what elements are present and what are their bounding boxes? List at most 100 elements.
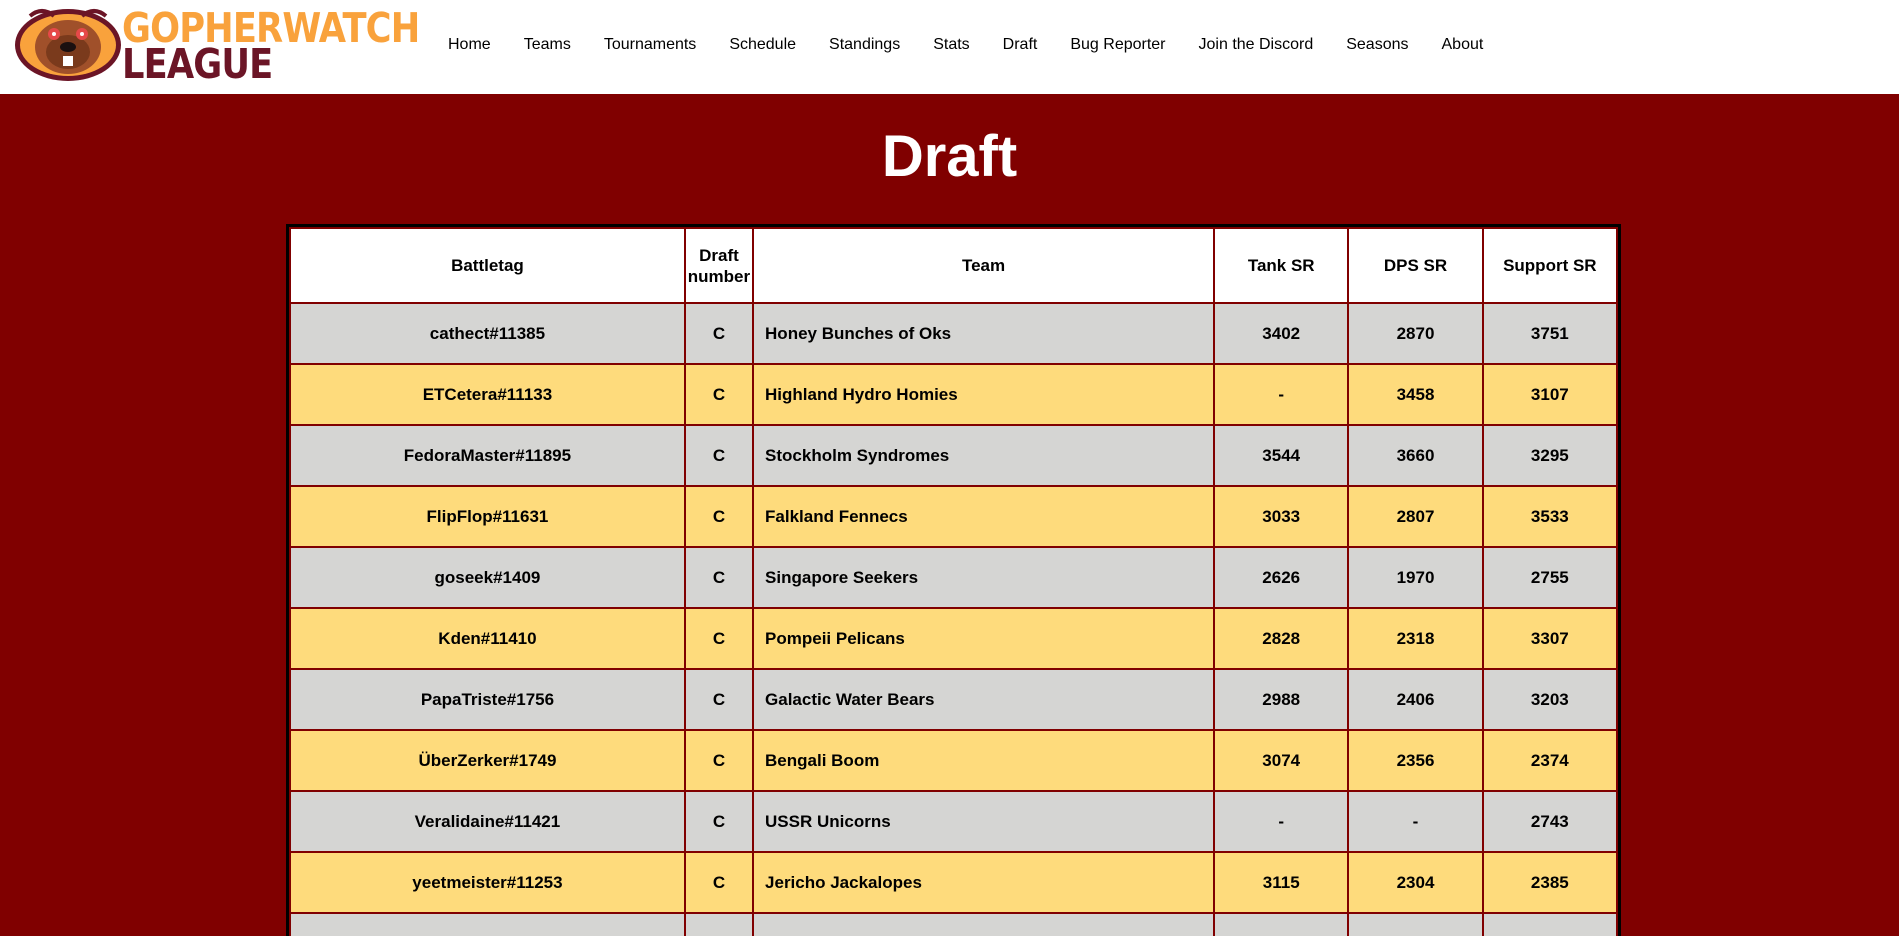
draft-number-cell	[683, 912, 755, 936]
team-cell[interactable]: Stockholm Syndromes	[752, 424, 1216, 487]
dps-sr-cell: 2807	[1347, 485, 1484, 548]
table-row: yeetmeister#11253 C Jericho Jackalopes 3…	[289, 851, 1619, 914]
header-draft-number[interactable]: Draft number	[683, 227, 755, 304]
team-cell[interactable]: Honey Bunches of Oks	[752, 302, 1216, 365]
dps-sr-cell: 1970	[1347, 546, 1484, 609]
table-row: ETCetera#11133 C Highland Hydro Homies -…	[289, 363, 1619, 426]
tank-sr-cell	[1213, 912, 1350, 936]
table-header-row: Battletag Draft number Team Tank SR DPS …	[289, 227, 1619, 304]
nav-tournaments[interactable]: Tournaments	[604, 36, 697, 54]
header-team[interactable]: Team	[752, 227, 1216, 304]
tank-sr-cell: 2988	[1213, 668, 1350, 731]
team-cell[interactable]: Falkland Fennecs	[752, 485, 1216, 548]
draft-number-cell: C	[683, 485, 755, 548]
table-row: FedoraMaster#11895 C Stockholm Syndromes…	[289, 424, 1619, 487]
top-navigation-bar: GOPHERWATCH LEAGUE Home Teams Tournament…	[0, 0, 1899, 94]
nav-about[interactable]: About	[1442, 36, 1484, 54]
header-support-sr[interactable]: Support SR	[1481, 227, 1619, 304]
battletag-cell: yeetmeister#11253	[289, 851, 686, 914]
battletag-cell: PapaTriste#1756	[289, 668, 686, 731]
battletag-cell: Kden#11410	[289, 607, 686, 670]
dps-sr-cell: 2406	[1347, 668, 1484, 731]
header-dps-sr[interactable]: DPS SR	[1347, 227, 1484, 304]
battletag-cell: FedoraMaster#11895	[289, 424, 686, 487]
nav-bug-reporter[interactable]: Bug Reporter	[1070, 36, 1165, 54]
draft-number-cell: C	[683, 851, 755, 914]
draft-number-cell: C	[683, 790, 755, 853]
support-sr-cell: 2374	[1481, 729, 1619, 792]
league-logo[interactable]: GOPHERWATCH LEAGUE	[12, 4, 422, 88]
dps-sr-cell: -	[1347, 790, 1484, 853]
nav-stats[interactable]: Stats	[933, 36, 969, 54]
tank-sr-cell: 3544	[1213, 424, 1350, 487]
header-battletag[interactable]: Battletag	[289, 227, 686, 304]
nav-seasons[interactable]: Seasons	[1346, 36, 1408, 54]
table-row-partial	[289, 912, 1619, 936]
nav-standings[interactable]: Standings	[829, 36, 900, 54]
draft-number-cell: C	[683, 363, 755, 426]
tank-sr-cell: 3115	[1213, 851, 1350, 914]
tank-sr-cell: 2626	[1213, 546, 1350, 609]
nav-join-discord[interactable]: Join the Discord	[1199, 36, 1314, 54]
team-cell[interactable]: Galactic Water Bears	[752, 668, 1216, 731]
main-nav: Home Teams Tournaments Schedule Standing…	[448, 36, 1516, 54]
draft-number-cell: C	[683, 607, 755, 670]
draft-number-cell: C	[683, 729, 755, 792]
team-cell[interactable]: USSR Unicorns	[752, 790, 1216, 853]
battletag-cell: ÜberZerker#1749	[289, 729, 686, 792]
draft-number-cell: C	[683, 424, 755, 487]
tank-sr-cell: 3033	[1213, 485, 1350, 548]
support-sr-cell: 3203	[1481, 668, 1619, 731]
support-sr-cell: 2385	[1481, 851, 1619, 914]
battletag-cell: goseek#1409	[289, 546, 686, 609]
dps-sr-cell: 2318	[1347, 607, 1484, 670]
support-sr-cell: 3533	[1481, 485, 1619, 548]
tank-sr-cell: -	[1213, 790, 1350, 853]
table-row: FlipFlop#11631 C Falkland Fennecs 3033 2…	[289, 485, 1619, 548]
header-tank-sr[interactable]: Tank SR	[1213, 227, 1350, 304]
nav-home[interactable]: Home	[448, 36, 491, 54]
battletag-cell: ETCetera#11133	[289, 363, 686, 426]
battletag-cell	[289, 912, 686, 936]
table-row: Kden#11410 C Pompeii Pelicans 2828 2318 …	[289, 607, 1619, 670]
team-cell[interactable]: Bengali Boom	[752, 729, 1216, 792]
dps-sr-cell: 2870	[1347, 302, 1484, 365]
team-cell[interactable]: Jericho Jackalopes	[752, 851, 1216, 914]
support-sr-cell: 3295	[1481, 424, 1619, 487]
team-cell[interactable]	[752, 912, 1216, 936]
battletag-cell: FlipFlop#11631	[289, 485, 686, 548]
support-sr-cell: 2743	[1481, 790, 1619, 853]
table-row: PapaTriste#1756 C Galactic Water Bears 2…	[289, 668, 1619, 731]
draft-table: Battletag Draft number Team Tank SR DPS …	[289, 227, 1619, 936]
tank-sr-cell: 3402	[1213, 302, 1350, 365]
draft-number-cell: C	[683, 302, 755, 365]
table-row: cathect#11385 C Honey Bunches of Oks 340…	[289, 302, 1619, 365]
dps-sr-cell	[1347, 912, 1484, 936]
team-cell[interactable]: Pompeii Pelicans	[752, 607, 1216, 670]
nav-teams[interactable]: Teams	[524, 36, 571, 54]
dps-sr-cell: 2356	[1347, 729, 1484, 792]
nav-schedule[interactable]: Schedule	[729, 36, 796, 54]
nav-draft[interactable]: Draft	[1003, 36, 1038, 54]
support-sr-cell: 3107	[1481, 363, 1619, 426]
battletag-cell: cathect#11385	[289, 302, 686, 365]
table-row: Veralidaine#11421 C USSR Unicorns - - 27…	[289, 790, 1619, 853]
support-sr-cell: 3751	[1481, 302, 1619, 365]
team-cell[interactable]: Singapore Seekers	[752, 546, 1216, 609]
battletag-cell: Veralidaine#11421	[289, 790, 686, 853]
page-title: Draft	[881, 124, 1018, 189]
tank-sr-cell: 2828	[1213, 607, 1350, 670]
support-sr-cell	[1481, 912, 1619, 936]
draft-table-container: Battletag Draft number Team Tank SR DPS …	[286, 224, 1621, 936]
draft-number-cell: C	[683, 546, 755, 609]
support-sr-cell: 3307	[1481, 607, 1619, 670]
table-row: goseek#1409 C Singapore Seekers 2626 197…	[289, 546, 1619, 609]
dps-sr-cell: 2304	[1347, 851, 1484, 914]
draft-number-cell: C	[683, 668, 755, 731]
gopher-mascot-icon	[15, 9, 121, 81]
team-cell[interactable]: Highland Hydro Homies	[752, 363, 1216, 426]
dps-sr-cell: 3660	[1347, 424, 1484, 487]
table-row: ÜberZerker#1749 C Bengali Boom 3074 2356…	[289, 729, 1619, 792]
logo-text-league: LEAGUE	[122, 40, 273, 88]
dps-sr-cell: 3458	[1347, 363, 1484, 426]
